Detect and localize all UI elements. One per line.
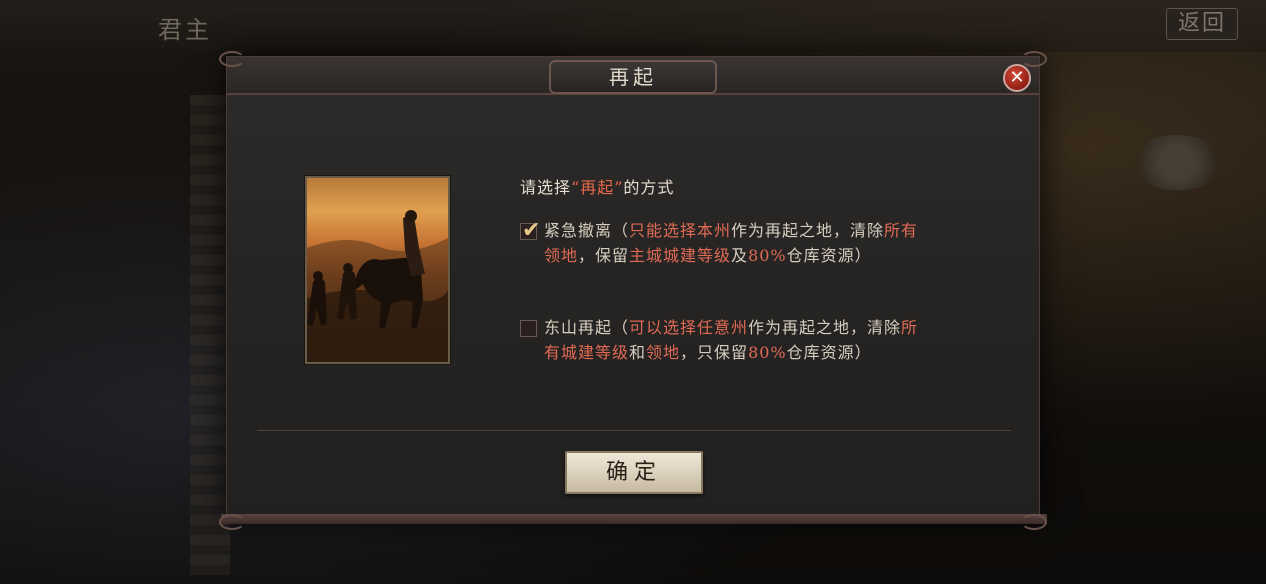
option-highlight: 80% [748, 343, 787, 362]
option-text: 紧急撤离（ [544, 221, 630, 240]
option-text: 东山再起（ [544, 318, 630, 337]
option-highlight: 只能选择本州 [629, 221, 732, 240]
option-description: 紧急撤离（只能选择本州作为再起之地，清除所有领地，保留主城城建等级及80%仓库资… [520, 218, 930, 268]
option-dongshan-comeback[interactable]: 东山再起（可以选择任意州作为再起之地，清除所有城建等级和领地，只保留80%仓库资… [520, 315, 930, 365]
option-text: 仓库资源） [786, 343, 872, 362]
corner-ornament [1021, 514, 1047, 530]
corner-ornament [1021, 51, 1047, 67]
close-icon: ✕ [1009, 67, 1025, 88]
option-text: ，保留 [578, 246, 630, 265]
corner-ornament [219, 514, 245, 530]
option-text: 和 [629, 343, 647, 362]
dialog-bottom-bar [221, 514, 1047, 524]
reborn-dialog: 再起 ✕ 请选择“再起”的方式 ✔ 紧急撤离（只能选择本州作为再起之地，清除所有… [219, 51, 1047, 530]
option-checkbox-checked[interactable]: ✔ [520, 218, 540, 243]
option-text: ，只保留 [680, 343, 749, 362]
background-pattern-strip [190, 95, 230, 575]
dialog-title: 再起 [549, 60, 717, 94]
option-highlight: 主城城建等级 [629, 246, 732, 265]
option-text: 作为再起之地，清除 [748, 318, 902, 337]
option-text: 仓库资源） [786, 246, 872, 265]
dialog-divider [257, 430, 1011, 431]
riders-sunset-illustration [305, 176, 450, 364]
close-button[interactable]: ✕ [1003, 64, 1031, 92]
back-button[interactable]: 返回 [1166, 8, 1238, 40]
option-highlight: 80% [748, 246, 787, 265]
riders-artwork [307, 210, 448, 362]
background-coins [1130, 135, 1225, 190]
option-description: 东山再起（可以选择任意州作为再起之地，清除所有城建等级和领地，只保留80%仓库资… [520, 315, 930, 365]
option-text: 及 [731, 246, 749, 265]
choice-prompt: 请选择“再起”的方式 [520, 174, 674, 198]
prompt-text-before: 请选择 [520, 178, 572, 197]
checkmark-icon: ✔ [522, 218, 542, 243]
background-title: 君主 [158, 16, 212, 44]
option-text: 作为再起之地，清除 [731, 221, 885, 240]
confirm-button[interactable]: 确定 [565, 451, 703, 494]
option-highlight: 领地 [646, 343, 681, 362]
corner-ornament [219, 51, 245, 67]
option-emergency-evacuation[interactable]: ✔ 紧急撤离（只能选择本州作为再起之地，清除所有领地，保留主城城建等级及80%仓… [520, 218, 930, 268]
option-highlight: 可以选择任意州 [629, 318, 749, 337]
prompt-text-after: 的方式 [623, 178, 675, 197]
prompt-highlight: “再起” [571, 178, 624, 197]
option-checkbox-unchecked[interactable] [520, 320, 537, 337]
